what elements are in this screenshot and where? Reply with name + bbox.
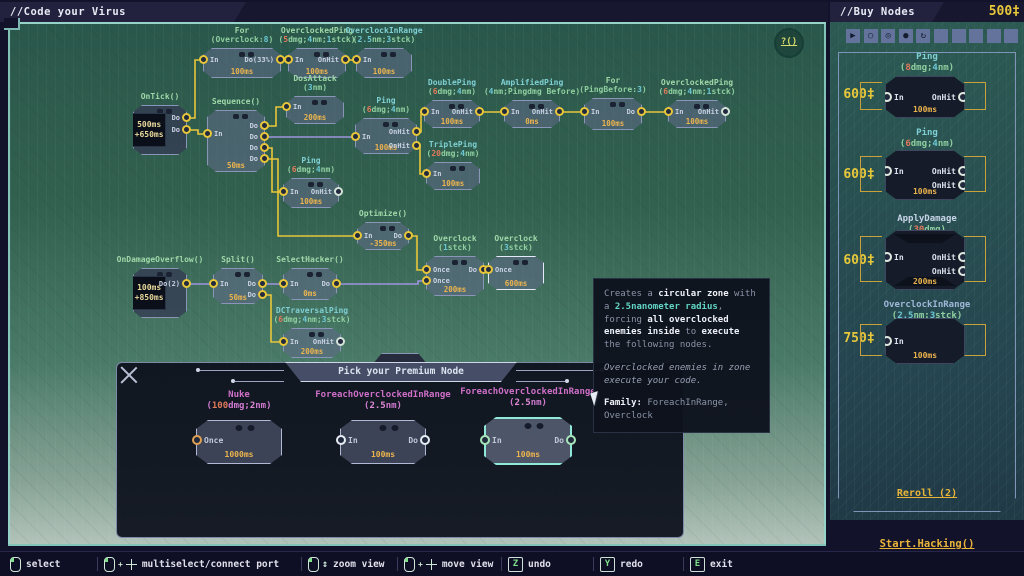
node-time: 100ms	[341, 450, 425, 459]
port-dot[interactable]	[958, 252, 968, 262]
port-label: In	[492, 436, 502, 445]
port-dot[interactable]	[420, 435, 430, 445]
port-label: OnHit	[932, 93, 956, 102]
shop-item-cost: 600‡	[836, 167, 882, 182]
node-time: 200ms	[886, 277, 964, 286]
price-bracket-left	[860, 236, 882, 282]
port-out[interactable]: OnHit	[932, 252, 968, 262]
app-window: //Code your Virus //Buy Nodes 500‡ ?() O…	[0, 0, 1024, 576]
port-in[interactable]: In	[882, 92, 904, 102]
port-label: OnHit	[932, 181, 956, 190]
reroll-button[interactable]: Reroll (2)	[838, 488, 1016, 499]
port-out[interactable]: Do	[554, 435, 576, 445]
shop-node[interactable]: 200ms In OnHit OnHit	[885, 230, 965, 290]
node-tooltip: Creates a circular zone with a 2.5nanome…	[593, 278, 770, 433]
port-label: In	[348, 436, 358, 445]
shop-item-title: Ping(8dmg;4nm)	[838, 52, 1016, 75]
port-dot[interactable]	[882, 92, 892, 102]
port-dot[interactable]	[882, 336, 892, 346]
banner-dot	[231, 379, 235, 383]
node-time: 100ms	[886, 351, 964, 360]
port-label: In	[894, 253, 904, 262]
node-time: 100ms	[886, 105, 964, 114]
port-dot[interactable]	[192, 435, 202, 445]
banner-dot	[196, 368, 200, 372]
port-in[interactable]: In	[882, 252, 904, 262]
price-bracket-right	[964, 82, 986, 110]
port-out[interactable]: OnHit	[932, 180, 968, 190]
shop-item-cost: 600‡	[836, 87, 882, 102]
node-time: 100ms	[486, 450, 570, 459]
banner-line	[200, 370, 284, 371]
price-bracket-right	[964, 236, 986, 282]
price-bracket-right	[964, 324, 986, 356]
port-label: In	[894, 93, 904, 102]
port-dot[interactable]	[958, 166, 968, 176]
port-label: OnHit	[932, 253, 956, 262]
price-bracket-left	[860, 82, 882, 110]
price-bracket-left	[860, 324, 882, 356]
port-dot[interactable]	[566, 435, 576, 445]
port-out[interactable]: Do	[408, 435, 430, 445]
premium-corner-decoration	[120, 366, 138, 384]
node-time: 1000ms	[197, 450, 281, 459]
shop-item-cost: 750‡	[836, 331, 882, 346]
banner-line	[235, 381, 284, 382]
port-dot[interactable]	[882, 252, 892, 262]
port-dot[interactable]	[480, 435, 490, 445]
port-in[interactable]: Once	[192, 435, 223, 445]
premium-node[interactable]: ForeachOverclockedInRange(2.5nm) 100ms I…	[340, 420, 426, 464]
banner-line	[516, 381, 565, 382]
shop-node[interactable]: 100ms In	[885, 318, 965, 364]
port-label: OnHit	[932, 267, 956, 276]
premium-node[interactable]: ForeachOverclockedInRange(2.5nm) 100ms I…	[484, 417, 572, 465]
port-in[interactable]: In	[480, 435, 502, 445]
shop-item-cost: 600‡	[836, 253, 882, 268]
port-label: In	[894, 337, 904, 346]
port-label: Once	[204, 436, 223, 445]
port-out[interactable]: OnHit	[932, 166, 968, 176]
shop-node[interactable]: 100ms In OnHit	[885, 76, 965, 118]
port-dot[interactable]	[958, 92, 968, 102]
port-in[interactable]: In	[882, 336, 904, 346]
shop-node[interactable]: 100msInOnHitOnHit	[885, 150, 965, 200]
banner-line	[516, 370, 600, 371]
node-type-icons	[236, 425, 243, 431]
price-bracket-right	[964, 156, 986, 192]
port-label: In	[894, 167, 904, 176]
shop-item-title: Ping(6dmg;4nm)	[838, 128, 1016, 151]
port-dot[interactable]	[958, 266, 968, 276]
port-dot[interactable]	[958, 180, 968, 190]
port-label: Do	[554, 436, 564, 445]
premium-node[interactable]: Nuke(100dmg;2nm) 1000ms Once	[196, 420, 282, 464]
premium-banner: Pick your Premium Node	[285, 362, 517, 382]
node-type-icons	[525, 423, 532, 429]
port-dot[interactable]	[882, 166, 892, 176]
banner-dot	[565, 379, 569, 383]
node-type-icons	[380, 425, 387, 431]
port-in[interactable]: In	[336, 435, 358, 445]
port-label: Do	[408, 436, 418, 445]
price-bracket-left	[860, 156, 882, 192]
port-label: OnHit	[932, 167, 956, 176]
port-out[interactable]: OnHit	[932, 266, 968, 276]
port-out[interactable]: OnHit	[932, 92, 968, 102]
port-in[interactable]: In	[882, 166, 904, 176]
port-dot[interactable]	[336, 435, 346, 445]
